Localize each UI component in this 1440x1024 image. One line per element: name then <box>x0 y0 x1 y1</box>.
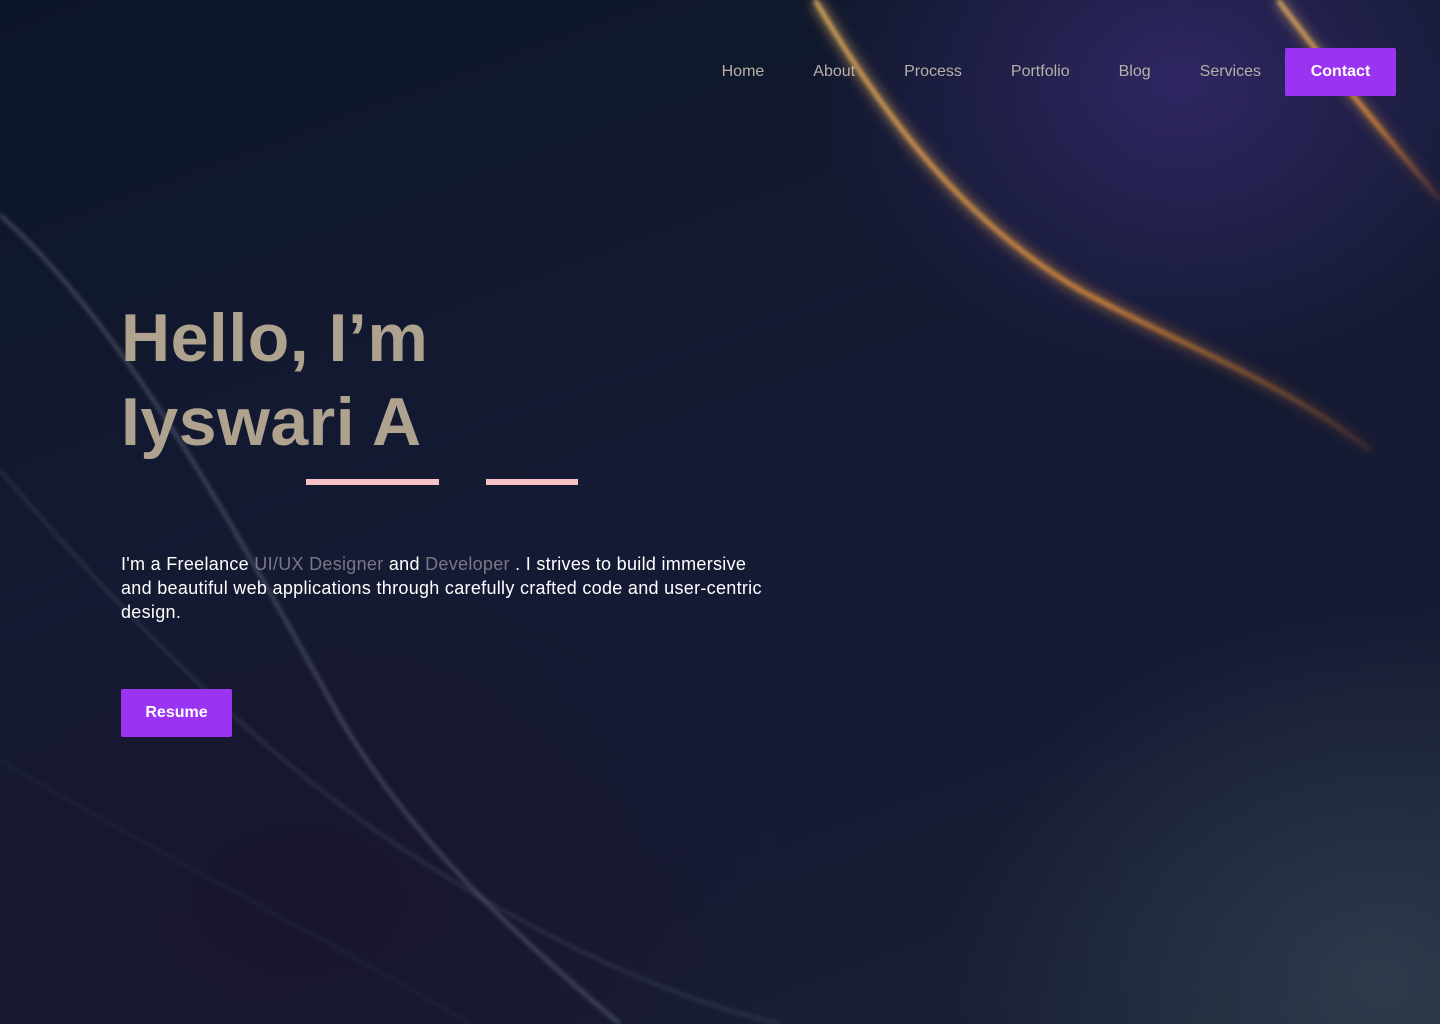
hero-greeting: Hello, I’m <box>121 300 429 376</box>
intro-conjunction: and <box>383 554 426 574</box>
decorative-underline <box>486 479 578 485</box>
nav-link-services[interactable]: Services <box>1200 48 1261 96</box>
nav-link-blog[interactable]: Blog <box>1119 48 1151 96</box>
intro-prefix: I'm a Freelance <box>121 554 255 574</box>
intro-role-developer: Developer <box>425 554 510 574</box>
contact-button[interactable]: Contact <box>1285 48 1396 96</box>
nav-link-about[interactable]: About <box>813 48 855 96</box>
hero-section: Home About Process Portfolio Blog Servic… <box>0 0 1440 1024</box>
nav-link-process[interactable]: Process <box>904 48 962 96</box>
main-nav: Home About Process Portfolio Blog Servic… <box>722 48 1396 96</box>
intro-role-designer: UI/UX Designer <box>254 554 384 574</box>
decorative-underline <box>306 479 439 485</box>
hero-intro: I'm a Freelance UI/UX Designer and Devel… <box>121 552 781 624</box>
nav-link-home[interactable]: Home <box>722 48 765 96</box>
hero-heading: Hello, I’m Iyswari A <box>121 296 428 464</box>
nav-link-portfolio[interactable]: Portfolio <box>1011 48 1070 96</box>
background-light-streaks <box>0 0 1440 1024</box>
resume-button[interactable]: Resume <box>121 689 232 737</box>
hero-name: Iyswari A <box>121 384 422 460</box>
